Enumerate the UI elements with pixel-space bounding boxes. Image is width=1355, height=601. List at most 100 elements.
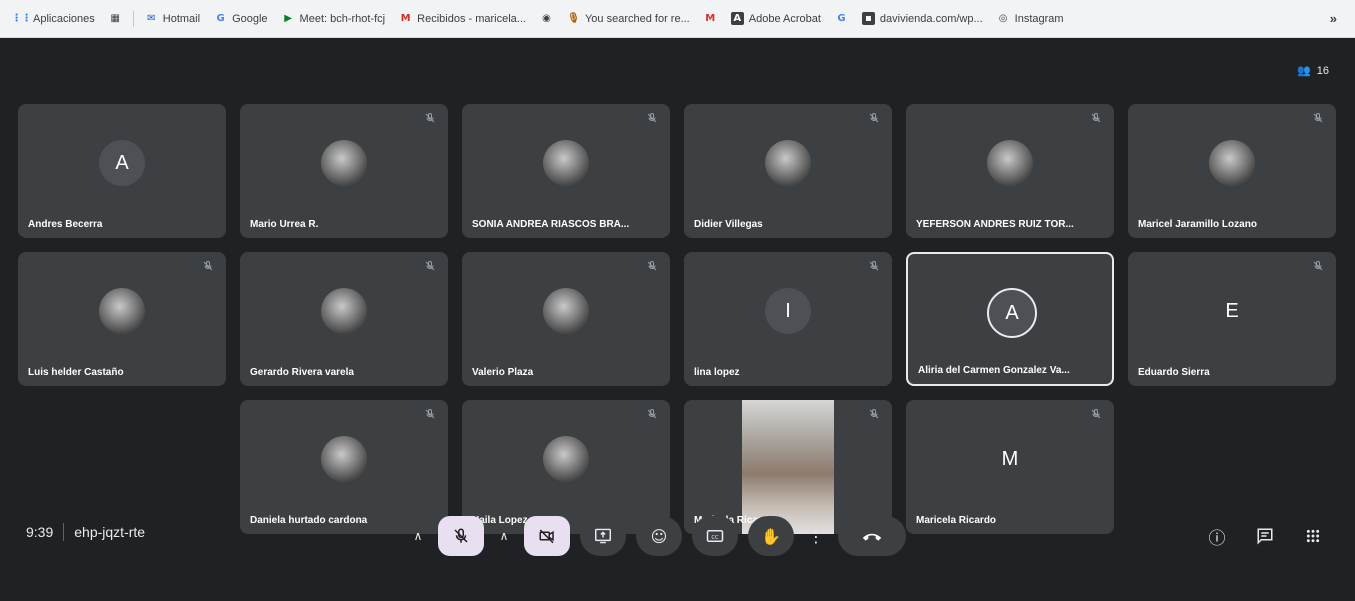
hang-up-icon bbox=[862, 533, 882, 541]
participant-avatar: I bbox=[765, 288, 811, 334]
participant-avatar bbox=[321, 436, 367, 482]
participant-name: Aliria del Carmen Gonzalez Va... bbox=[918, 365, 1070, 376]
reactions-button[interactable]: ☺ bbox=[636, 516, 682, 556]
participant-name: Gerardo Rivera varela bbox=[250, 367, 354, 378]
participant-avatar: A bbox=[99, 140, 145, 186]
info-icon: ⓘ bbox=[1208, 528, 1226, 549]
raise-hand-button[interactable]: ✋ bbox=[748, 516, 794, 556]
participant-tile[interactable]: Gerardo Rivera varela bbox=[240, 252, 448, 386]
bookmark-item[interactable]: ⋮⋮ Aplicaciones bbox=[8, 7, 102, 31]
participant-avatar bbox=[765, 140, 811, 186]
davivienda-icon: ▪ bbox=[861, 12, 875, 25]
participant-avatar bbox=[321, 140, 367, 186]
participant-avatar bbox=[543, 436, 589, 482]
video-options-chevron[interactable]: ∧ bbox=[494, 516, 514, 556]
mic-off-icon bbox=[646, 408, 660, 422]
mic-off-icon bbox=[202, 260, 216, 274]
meet-icon: ▶ bbox=[284, 13, 292, 24]
bookmark-item[interactable]: M bbox=[697, 7, 724, 31]
participant-count-indicator[interactable]: 👥 16 bbox=[1297, 64, 1329, 78]
audio-options-chevron[interactable]: ∧ bbox=[408, 516, 428, 556]
participant-name: lina lopez bbox=[694, 367, 740, 378]
camera-toggle-button[interactable] bbox=[524, 516, 570, 556]
emoji-icon: ☺ bbox=[650, 526, 668, 546]
participant-tile[interactable]: Mario Urrea R. bbox=[240, 104, 448, 238]
participant-tile[interactable]: Didier Villegas bbox=[684, 104, 892, 238]
side-panel-controls: ⓘ bbox=[1197, 516, 1333, 556]
bookmark-label: davivienda.com/wp... bbox=[879, 12, 983, 25]
participant-tile[interactable]: Maricel Jaramillo Lozano bbox=[1128, 104, 1336, 238]
bookmark-item[interactable]: A Adobe Acrobat bbox=[724, 7, 828, 31]
bookmark-item[interactable]: ▶ Meet: bch-rhot-fcj bbox=[275, 7, 393, 31]
meeting-stage: 👥 16 A Andres Becerra Mario Urrea R. SONIA … bbox=[0, 38, 1355, 601]
leave-call-button[interactable] bbox=[838, 516, 906, 556]
bookmark-item[interactable]: ◉ bbox=[533, 7, 560, 31]
hand-icon: ✋ bbox=[761, 526, 781, 546]
participant-tile[interactable]: A Andres Becerra bbox=[18, 104, 226, 238]
participant-tile[interactable]: Luis helder Castaño bbox=[18, 252, 226, 386]
more-options-button[interactable]: ⋮ bbox=[804, 516, 828, 556]
bookmark-label: Google bbox=[232, 12, 268, 25]
participant-avatar: E bbox=[1225, 299, 1239, 322]
participant-name: Luis helder Castaño bbox=[28, 367, 124, 378]
participant-avatar bbox=[99, 288, 145, 334]
participant-name: Mario Urrea R. bbox=[250, 219, 319, 230]
participant-name: Andres Becerra bbox=[28, 219, 103, 230]
captions-button[interactable]: CC bbox=[692, 516, 738, 556]
google-icon: G bbox=[216, 13, 225, 24]
mic-off-icon bbox=[1090, 408, 1104, 422]
apps-grid-icon bbox=[1306, 529, 1320, 543]
mic-off-icon bbox=[1090, 112, 1104, 126]
mic-off-icon bbox=[1312, 260, 1326, 274]
participant-tile[interactable]: YEFERSON ANDRES RUIZ TOR... bbox=[906, 104, 1114, 238]
hotmail-icon: ✉ bbox=[147, 13, 156, 24]
chat-button[interactable] bbox=[1245, 516, 1285, 556]
bookmark-item[interactable]: ◎ Instagram bbox=[990, 7, 1071, 31]
adobe-icon: A bbox=[730, 12, 744, 25]
participant-tile[interactable]: A Aliria del Carmen Gonzalez Va... bbox=[906, 252, 1114, 386]
mic-off-icon bbox=[646, 260, 660, 274]
present-screen-button[interactable] bbox=[580, 516, 626, 556]
camera-off-icon bbox=[539, 529, 554, 544]
participant-name: Didier Villegas bbox=[694, 219, 763, 230]
mic-off-icon bbox=[424, 112, 438, 126]
bookmark-label: Adobe Acrobat bbox=[748, 12, 821, 25]
mic-off-icon bbox=[868, 408, 882, 422]
google-icon: G bbox=[837, 13, 846, 24]
bookmark-item[interactable]: ▪ davivienda.com/wp... bbox=[855, 7, 990, 31]
participant-name: Maricel Jaramillo Lozano bbox=[1138, 219, 1257, 230]
mic-bookmark-icon: 🎙 bbox=[567, 13, 580, 24]
call-controls: ∧ ∧ ☺ CC ✋ ⋮ bbox=[408, 516, 906, 556]
participant-tile[interactable]: Ilina lopez bbox=[684, 252, 892, 386]
mic-off-icon bbox=[646, 112, 660, 126]
bookmarks-bar: ⋮⋮ Aplicaciones ▦ ✉ Hotmail G Google ▶ Meet: bch… bbox=[0, 0, 1355, 38]
captions-icon: CC bbox=[706, 530, 724, 542]
bookmark-item[interactable]: 🎙 You searched for re... bbox=[560, 7, 697, 31]
participant-name: SONIA ANDREA RIASCOS BRA... bbox=[472, 219, 630, 230]
chrome-icon: ◉ bbox=[542, 13, 551, 24]
bookmark-item[interactable]: M Recibidos - maricela... bbox=[392, 7, 533, 31]
participant-avatar: A bbox=[987, 288, 1037, 338]
microphone-toggle-button[interactable] bbox=[438, 516, 484, 556]
participant-avatar bbox=[543, 288, 589, 334]
participant-tile[interactable]: SONIA ANDREA RIASCOS BRA... bbox=[462, 104, 670, 238]
bookmark-item[interactable]: G bbox=[828, 7, 855, 31]
participant-count: 16 bbox=[1316, 64, 1329, 77]
activities-button[interactable] bbox=[1293, 516, 1333, 556]
mic-off-icon bbox=[424, 408, 438, 422]
bookmark-item[interactable]: G Google bbox=[207, 7, 274, 31]
participant-tile[interactable]: E Eduardo Sierra bbox=[1128, 252, 1336, 386]
more-vert-icon: ⋮ bbox=[808, 526, 824, 546]
participant-avatar bbox=[543, 140, 589, 186]
bookmark-item[interactable]: ▦ bbox=[102, 7, 129, 31]
instagram-icon: ◎ bbox=[998, 13, 1008, 24]
meeting-details-button[interactable]: ⓘ bbox=[1197, 516, 1237, 556]
mic-off-icon bbox=[454, 528, 468, 543]
bookmark-label: Meet: bch-rhot-fcj bbox=[299, 12, 386, 25]
more-bookmarks-button[interactable]: » bbox=[1330, 11, 1347, 26]
bookmark-item[interactable]: ✉ Hotmail bbox=[138, 7, 207, 31]
participant-tile[interactable]: Valerio Plaza bbox=[462, 252, 670, 386]
participant-name: YEFERSON ANDRES RUIZ TOR... bbox=[916, 219, 1074, 230]
participant-avatar bbox=[1209, 140, 1255, 186]
people-icon: 👥 bbox=[1297, 65, 1311, 77]
